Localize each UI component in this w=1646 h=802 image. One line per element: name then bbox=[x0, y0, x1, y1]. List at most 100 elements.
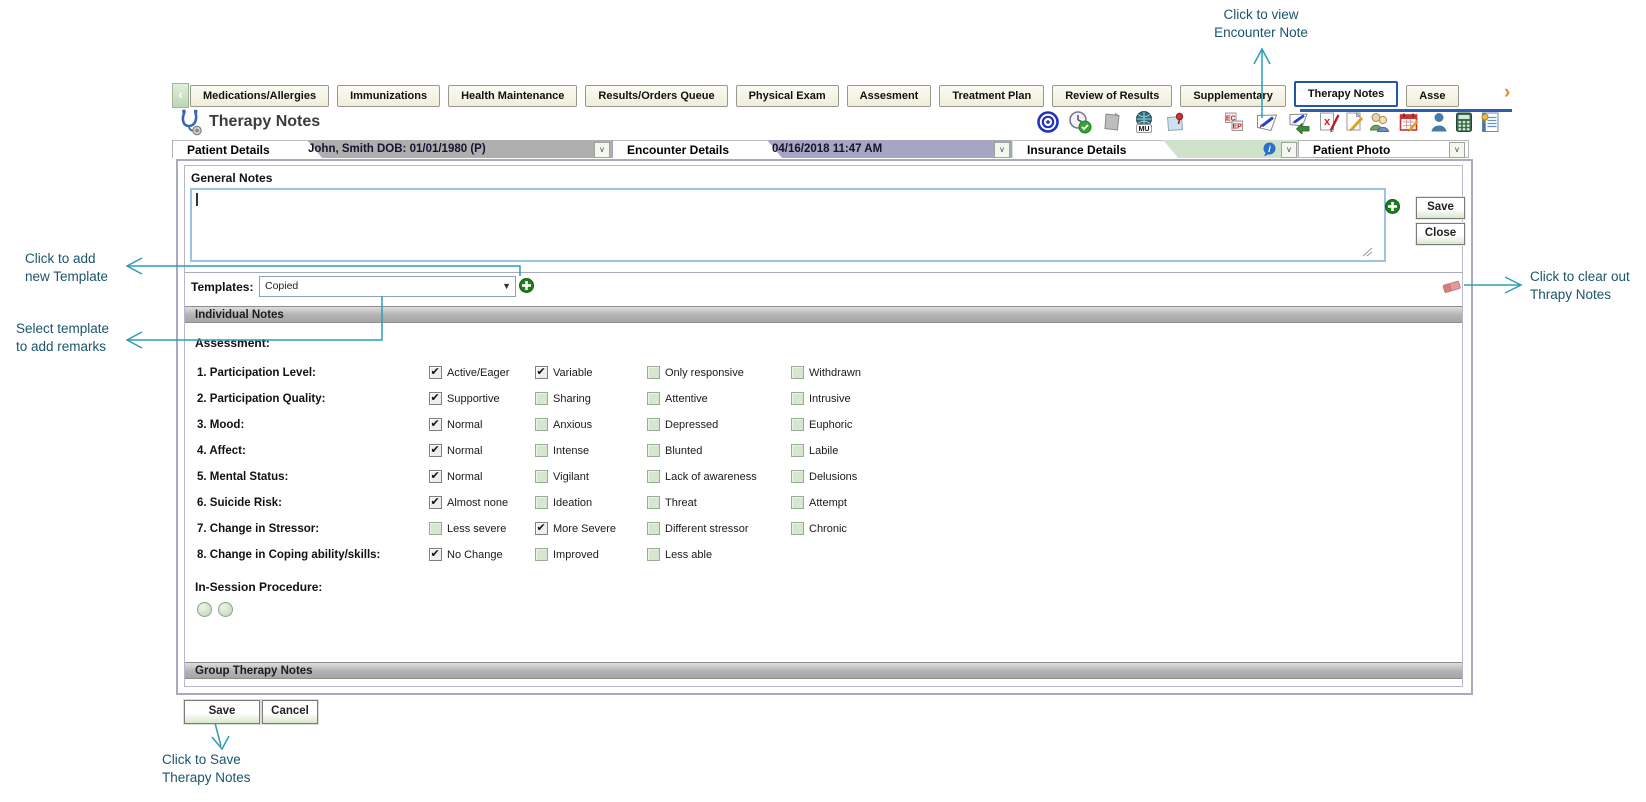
checkbox-less-able[interactable] bbox=[647, 548, 660, 561]
general-notes-textarea[interactable] bbox=[190, 188, 1386, 262]
tab-immunizations[interactable]: Immunizations bbox=[337, 85, 440, 107]
checkbox-chronic[interactable] bbox=[791, 522, 804, 535]
checkbox-attempt[interactable] bbox=[791, 496, 804, 509]
tab-assesment[interactable]: Assesment bbox=[847, 85, 932, 107]
checkbox-supportive[interactable] bbox=[429, 392, 442, 405]
checkbox-labile[interactable] bbox=[791, 444, 804, 457]
checkbox-ideation[interactable] bbox=[535, 496, 548, 509]
calculator-icon[interactable] bbox=[1452, 110, 1478, 136]
tab-supplementary[interactable]: Supplementary bbox=[1180, 85, 1285, 107]
tab-results-orders-queue[interactable]: Results/Orders Queue bbox=[585, 85, 727, 107]
checkbox-blunted[interactable] bbox=[647, 444, 660, 457]
tab-physical-exam[interactable]: Physical Exam bbox=[736, 85, 839, 107]
patient-details-tab[interactable]: Patient Details bbox=[173, 140, 323, 159]
tab-asse[interactable]: Asse bbox=[1406, 85, 1458, 107]
checkbox-depressed[interactable] bbox=[647, 418, 660, 431]
stethoscope-icon bbox=[178, 108, 204, 136]
group-therapy-notes-section-header[interactable]: Group Therapy Notes bbox=[185, 662, 1462, 679]
assessment-option: Attempt bbox=[791, 496, 847, 509]
checkbox-improved[interactable] bbox=[535, 548, 548, 561]
cancel-button[interactable]: Cancel bbox=[262, 700, 318, 724]
encounter-note-pencil-icon[interactable] bbox=[1255, 110, 1281, 136]
add-template-plus-icon[interactable] bbox=[519, 278, 535, 294]
patient-photo-tab[interactable]: Patient Photo bbox=[1313, 141, 1390, 159]
annotation-select-template: Select template to add remarks bbox=[16, 320, 109, 356]
insurance-info-icon[interactable]: i bbox=[1262, 142, 1277, 157]
individual-notes-section-header[interactable]: Individual Notes bbox=[185, 306, 1462, 323]
checkbox-less-severe[interactable] bbox=[429, 522, 442, 535]
meaningful-use-globe-icon[interactable]: MU bbox=[1132, 110, 1158, 136]
checkbox-normal[interactable] bbox=[429, 470, 442, 483]
checkbox-only-responsive[interactable] bbox=[647, 366, 660, 379]
person-icon[interactable] bbox=[1427, 110, 1453, 136]
tab-health-maintenance[interactable]: Health Maintenance bbox=[448, 85, 577, 107]
checkbox-label: Active/Eager bbox=[447, 367, 509, 379]
checkbox-more-severe[interactable] bbox=[535, 522, 548, 535]
patient-photo-dropdown[interactable]: v bbox=[1449, 142, 1465, 158]
tab-therapy-notes[interactable]: Therapy Notes bbox=[1294, 81, 1398, 107]
checkbox-intrusive[interactable] bbox=[791, 392, 804, 405]
assessment-option: Supportive bbox=[429, 392, 500, 405]
clear-notes-eraser-icon[interactable] bbox=[1441, 278, 1463, 294]
save-button[interactable]: Save bbox=[184, 700, 260, 724]
checkbox-euphoric[interactable] bbox=[791, 418, 804, 431]
insurance-details-tab[interactable]: Insurance Details bbox=[1013, 140, 1179, 159]
resize-handle[interactable] bbox=[1361, 244, 1373, 254]
checkbox-no-change[interactable] bbox=[429, 548, 442, 561]
delete-document-icon[interactable]: x bbox=[1317, 110, 1343, 136]
checkbox-label: Normal bbox=[447, 445, 482, 457]
pushpin-note-icon[interactable] bbox=[1164, 110, 1190, 136]
pencil-import-icon[interactable] bbox=[1287, 110, 1313, 136]
insurance-details-bar: Insurance Details i v bbox=[1012, 140, 1298, 158]
checkbox-attentive[interactable] bbox=[647, 392, 660, 405]
checkbox-active-eager[interactable] bbox=[429, 366, 442, 379]
checkbox-anxious[interactable] bbox=[535, 418, 548, 431]
journal-icon[interactable] bbox=[1477, 110, 1503, 136]
assessment-row-label: 7. Change in Stressor: bbox=[197, 523, 319, 535]
assessment-option: Intrusive bbox=[791, 392, 851, 405]
assessment-option: Sharing bbox=[535, 392, 591, 405]
sticky-note-icon[interactable] bbox=[1100, 110, 1126, 136]
notes-close-button[interactable]: Close bbox=[1416, 223, 1465, 245]
assessment-option: Normal bbox=[429, 418, 482, 431]
clock-check-icon[interactable] bbox=[1068, 110, 1094, 136]
checkbox-label: No Change bbox=[447, 549, 503, 561]
toolbar-icon-row: MU ECEP x bbox=[1030, 110, 1510, 138]
checkbox-sharing[interactable] bbox=[535, 392, 548, 405]
templates-select[interactable]: Copied ▼ bbox=[259, 276, 516, 297]
assessment-option: Intense bbox=[535, 444, 589, 457]
assessment-option: Labile bbox=[791, 444, 838, 457]
tab-medications-allergies[interactable]: Medications/Allergies bbox=[190, 85, 329, 107]
checkbox-lack-of-awareness[interactable] bbox=[647, 470, 660, 483]
patient-group-icon[interactable] bbox=[1367, 110, 1393, 136]
patient-details-dropdown[interactable]: v bbox=[594, 142, 610, 158]
tab-review-of-results[interactable]: Review of Results bbox=[1052, 85, 1172, 107]
bullseye-icon[interactable] bbox=[1036, 110, 1062, 136]
tab-scroll-left-button[interactable]: ‹ bbox=[172, 83, 189, 108]
checkbox-threat[interactable] bbox=[647, 496, 660, 509]
checkbox-delusions[interactable] bbox=[791, 470, 804, 483]
in-session-procedure-radio-2[interactable] bbox=[218, 602, 233, 617]
checkbox-normal[interactable] bbox=[429, 444, 442, 457]
checkbox-label: Less severe bbox=[447, 523, 506, 535]
notes-save-button[interactable]: Save bbox=[1416, 197, 1465, 219]
ec-ep-documents-icon[interactable]: ECEP bbox=[1222, 110, 1248, 136]
checkbox-normal[interactable] bbox=[429, 418, 442, 431]
checkbox-different-stressor[interactable] bbox=[647, 522, 660, 535]
add-note-plus-icon[interactable] bbox=[1385, 199, 1401, 215]
tab-treatment-plan[interactable]: Treatment Plan bbox=[939, 85, 1044, 107]
checkbox-withdrawn[interactable] bbox=[791, 366, 804, 379]
tab-scroll-right-arrow[interactable]: › bbox=[1504, 82, 1510, 104]
checkbox-vigilant[interactable] bbox=[535, 470, 548, 483]
checkbox-variable[interactable] bbox=[535, 366, 548, 379]
encounter-details-dropdown[interactable]: v bbox=[994, 142, 1010, 158]
checkbox-almost-none[interactable] bbox=[429, 496, 442, 509]
encounter-details-tab[interactable]: Encounter Details bbox=[613, 140, 783, 159]
edit-document-icon[interactable] bbox=[1342, 110, 1368, 136]
checkbox-label: Depressed bbox=[665, 419, 718, 431]
insurance-details-dropdown[interactable]: v bbox=[1281, 142, 1297, 158]
calendar-edit-icon[interactable] bbox=[1397, 110, 1423, 136]
checkbox-intense[interactable] bbox=[535, 444, 548, 457]
in-session-procedure-radio-1[interactable] bbox=[197, 602, 212, 617]
checkbox-label: Euphoric bbox=[809, 419, 852, 431]
